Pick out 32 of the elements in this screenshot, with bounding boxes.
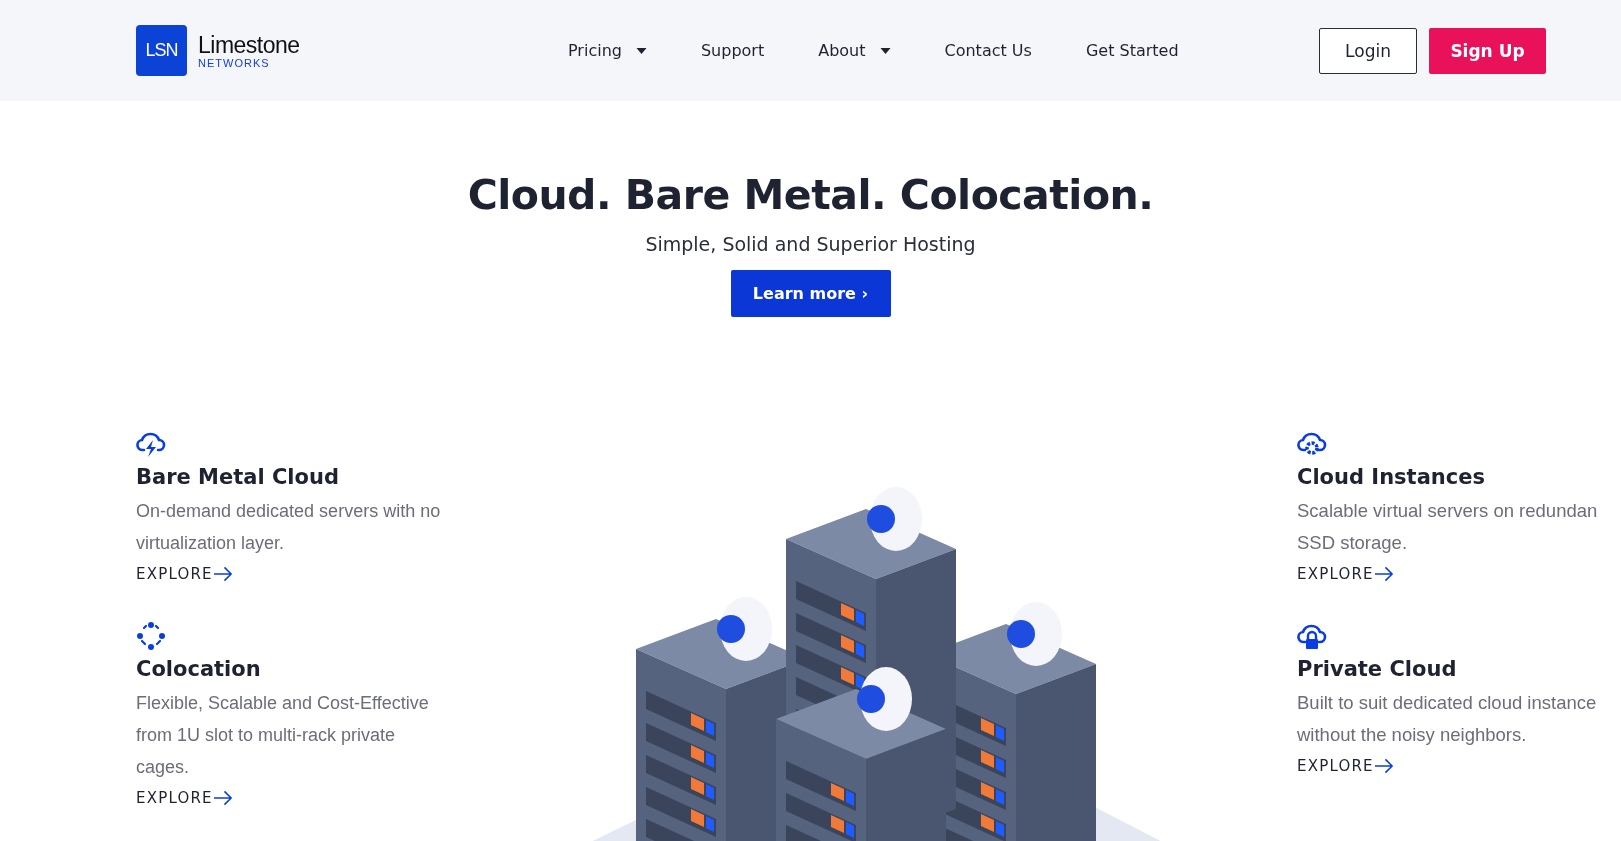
explore-link[interactable]: EXPLORE [136,789,233,807]
nav-link[interactable]: Pricing [568,41,647,60]
nav-link[interactable]: Get Started [1085,41,1179,60]
signup-button[interactable]: Sign Up [1429,27,1546,74]
nav-link[interactable]: Contact Us [944,41,1032,60]
arrow-icon [213,566,233,582]
logo-mark[interactable]: LSN [136,25,187,76]
logo-name: Limestone [198,32,300,57]
explore-link[interactable]: EXPLORE [1297,757,1394,775]
arrow-icon [1374,566,1394,582]
nav-link[interactable]: About [818,41,891,60]
learn-more-button[interactable]: Learn more › [730,270,891,317]
login-button[interactable]: Login [1319,27,1417,74]
feature-description: Scalable virtual servers on redundan SSD storage. [1297,499,1598,555]
feature-description: On-demand dedicated servers with no virtualization layer. [136,500,441,555]
explore-link[interactable]: EXPLORE [136,565,233,583]
arrow-icon [213,790,233,806]
dots-ring-icon [136,621,166,651]
caret-icon [635,47,647,54]
caret-icon [879,47,891,54]
nav-link[interactable]: Support [700,41,765,60]
feature-title: Colocation [136,657,261,681]
explore-link[interactable]: EXPLORE [1297,565,1394,583]
arrow-icon [1374,758,1394,774]
feature-title: Cloud Instances [1297,465,1485,489]
feature-description: Built to suit dedicated cloud instance without the noisy neighbors. [1297,691,1597,747]
hero-heading: Cloud. Bare Metal. Colocation. [467,171,1154,219]
feature-description: Flexible, Scalable and Cost-Effective from 1U slot to multi-rack private cages. [136,692,429,779]
hero-subtitle: Simple, Solid and Superior Hosting [645,233,976,255]
feature-title: Bare Metal Cloud [136,465,339,489]
feature-title: Private Cloud [1297,657,1457,681]
logo-subtitle: NETWORKS [198,56,271,69]
